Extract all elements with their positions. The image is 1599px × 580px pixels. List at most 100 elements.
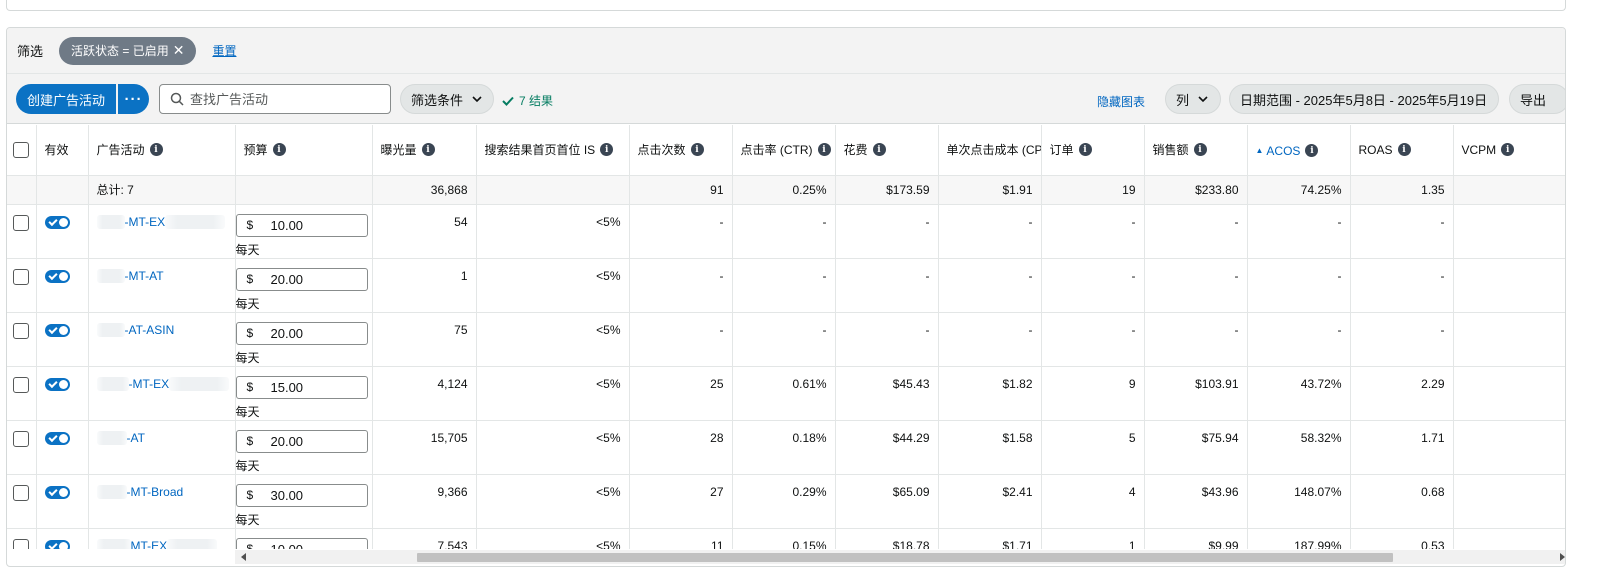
table-row[interactable]: MT-EX$10.00每天7,543<5%110.15%$18.78$1.711… [7, 528, 1565, 550]
header-spend[interactable]: 花费 i [835, 125, 939, 176]
header-orders[interactable]: 订单 i [1041, 125, 1145, 176]
info-icon[interactable]: i [149, 143, 163, 157]
campaign-name-cell[interactable]: -AT-ASIN [88, 312, 236, 367]
campaign-name-link[interactable]: -AT-ASIN [125, 323, 175, 337]
info-icon[interactable]: i [600, 143, 614, 157]
row-checkbox[interactable] [13, 376, 29, 393]
row-select-cell[interactable] [7, 258, 37, 313]
row-checkbox[interactable] [13, 214, 29, 231]
info-icon[interactable]: i [1305, 144, 1319, 157]
row-select-cell[interactable] [7, 312, 37, 367]
budget-input[interactable]: $20.00 [235, 267, 368, 291]
row-active-cell[interactable] [36, 366, 89, 421]
row-select-cell[interactable] [7, 420, 37, 475]
reset-link[interactable]: 重置 [212, 42, 236, 59]
header-top-of-search-is[interactable]: 搜索结果首页首位 IS i [476, 125, 630, 176]
budget-input[interactable]: $30.00 [235, 483, 368, 507]
budget-value[interactable]: 20.00 [271, 434, 304, 449]
row-select-cell[interactable] [7, 474, 37, 529]
campaign-name-link[interactable]: MT-EX [131, 539, 168, 550]
info-icon[interactable]: i [1078, 143, 1092, 157]
campaign-search[interactable] [159, 84, 391, 114]
table-row[interactable]: -MT-Broad $30.00 每天 9,366 <5% 27 0.29% $65.09 $2… [7, 474, 1565, 529]
active-toggle[interactable] [44, 377, 70, 391]
active-toggle[interactable] [44, 269, 70, 283]
row-active-cell[interactable] [36, 528, 89, 549]
row-active-cell[interactable] [36, 204, 89, 259]
info-icon[interactable]: i [1501, 143, 1515, 157]
info-icon[interactable]: i [272, 143, 286, 157]
header-budget[interactable]: 预算 i [235, 125, 373, 176]
row-select-cell[interactable] [7, 366, 37, 421]
table-row[interactable]: -MT-EX $10.00 每天 54 <5% - - - - - - - - [7, 204, 1565, 259]
header-campaign[interactable]: 广告活动 i [88, 125, 236, 176]
campaign-name-cell[interactable]: -AT [88, 420, 236, 475]
info-icon[interactable]: i [1193, 143, 1207, 157]
info-icon[interactable]: i [690, 143, 704, 157]
info-icon[interactable]: i [872, 143, 886, 157]
more-actions-button[interactable]: ··· [118, 84, 149, 114]
campaign-name-cell[interactable]: MT-EX [88, 528, 236, 550]
budget-input[interactable]: $10.00 [235, 213, 368, 237]
budget-value[interactable]: 30.00 [271, 488, 304, 503]
hide-chart-link[interactable]: 隐藏图表 [1097, 93, 1145, 110]
info-icon[interactable]: i [1397, 143, 1411, 157]
header-vcpm[interactable]: VCPM i [1453, 125, 1565, 176]
campaign-name-link[interactable]: -MT-Broad [127, 485, 184, 499]
header-sales[interactable]: 销售额 i [1144, 125, 1248, 176]
row-checkbox[interactable] [13, 484, 29, 501]
budget-input[interactable]: $20.00 [235, 429, 368, 453]
campaign-name-cell[interactable]: -MT-Broad [88, 474, 236, 529]
campaign-name-link[interactable]: -MT-EX [125, 215, 166, 229]
active-toggle[interactable] [44, 539, 70, 549]
row-checkbox[interactable] [13, 430, 29, 447]
header-ctr[interactable]: 点击率 (CTR) i [732, 125, 836, 176]
budget-value[interactable]: 20.00 [271, 272, 304, 287]
scrollbar-thumb[interactable] [417, 553, 1393, 562]
row-active-cell[interactable] [36, 420, 89, 475]
row-checkbox[interactable] [13, 538, 29, 549]
filter-conditions-dropdown[interactable]: 筛选条件 [400, 84, 495, 114]
budget-input[interactable]: $15.00 [235, 375, 368, 399]
budget-input[interactable]: $10.00 [235, 537, 368, 550]
active-toggle[interactable] [44, 431, 70, 445]
active-toggle[interactable] [44, 485, 70, 499]
export-button[interactable]: 导出 [1509, 84, 1565, 114]
budget-value[interactable]: 10.00 [271, 542, 304, 550]
remove-filter-icon[interactable]: ✕ [173, 42, 185, 59]
header-cpc[interactable]: 单次点击成本 (CPC) [938, 125, 1042, 176]
row-active-cell[interactable] [36, 474, 89, 529]
table-row[interactable]: -MT-AT $20.00 每天 1 <5% - - - - - - - - [7, 258, 1565, 313]
info-icon[interactable]: i [817, 143, 831, 157]
select-all-checkbox[interactable] [13, 141, 29, 158]
active-toggle[interactable] [44, 215, 70, 229]
create-campaign-button[interactable]: 创建广告活动 [16, 84, 116, 114]
header-impressions[interactable]: 曝光量 i [372, 125, 477, 176]
header-acos[interactable]: ▲ ACOS i [1247, 125, 1351, 176]
row-checkbox[interactable] [13, 322, 29, 339]
table-row[interactable]: -AT-ASIN $20.00 每天 75 <5% - - - - - - - - [7, 312, 1565, 367]
columns-dropdown[interactable]: 列 [1165, 84, 1221, 114]
campaign-name-cell[interactable]: -MT-AT [88, 258, 236, 313]
info-icon[interactable]: i [421, 143, 435, 157]
campaign-name-link[interactable]: -AT [127, 431, 145, 445]
table-row[interactable]: -MT-EX $15.00 每天 4,124 <5% 25 0.61% $45.43 $1.82… [7, 366, 1565, 421]
row-active-cell[interactable] [36, 258, 89, 313]
budget-input[interactable]: $20.00 [235, 321, 368, 345]
table-row[interactable]: -AT $20.00 每天 15,705 <5% 28 0.18% $44.29 $1.58 5 $… [7, 420, 1565, 475]
row-select-cell[interactable] [7, 528, 37, 549]
campaign-name-cell[interactable]: -MT-EX [88, 366, 236, 421]
search-input[interactable] [190, 91, 380, 107]
campaign-name-link[interactable]: -MT-EX [129, 377, 170, 391]
budget-value[interactable]: 10.00 [271, 218, 304, 233]
date-range-button[interactable]: 日期范围 - 2025年5月8日 - 2025年5月19日 [1229, 84, 1499, 114]
campaign-name-cell[interactable]: -MT-EX [88, 204, 236, 259]
active-toggle[interactable] [44, 323, 70, 337]
row-active-cell[interactable] [36, 312, 89, 367]
row-checkbox[interactable] [13, 268, 29, 285]
row-select-cell[interactable] [7, 204, 37, 259]
scroll-right-icon[interactable] [1560, 553, 1565, 561]
header-clicks[interactable]: 点击次数 i [629, 125, 733, 176]
horizontal-scrollbar[interactable] [235, 550, 1565, 564]
scroll-left-icon[interactable] [241, 553, 246, 561]
